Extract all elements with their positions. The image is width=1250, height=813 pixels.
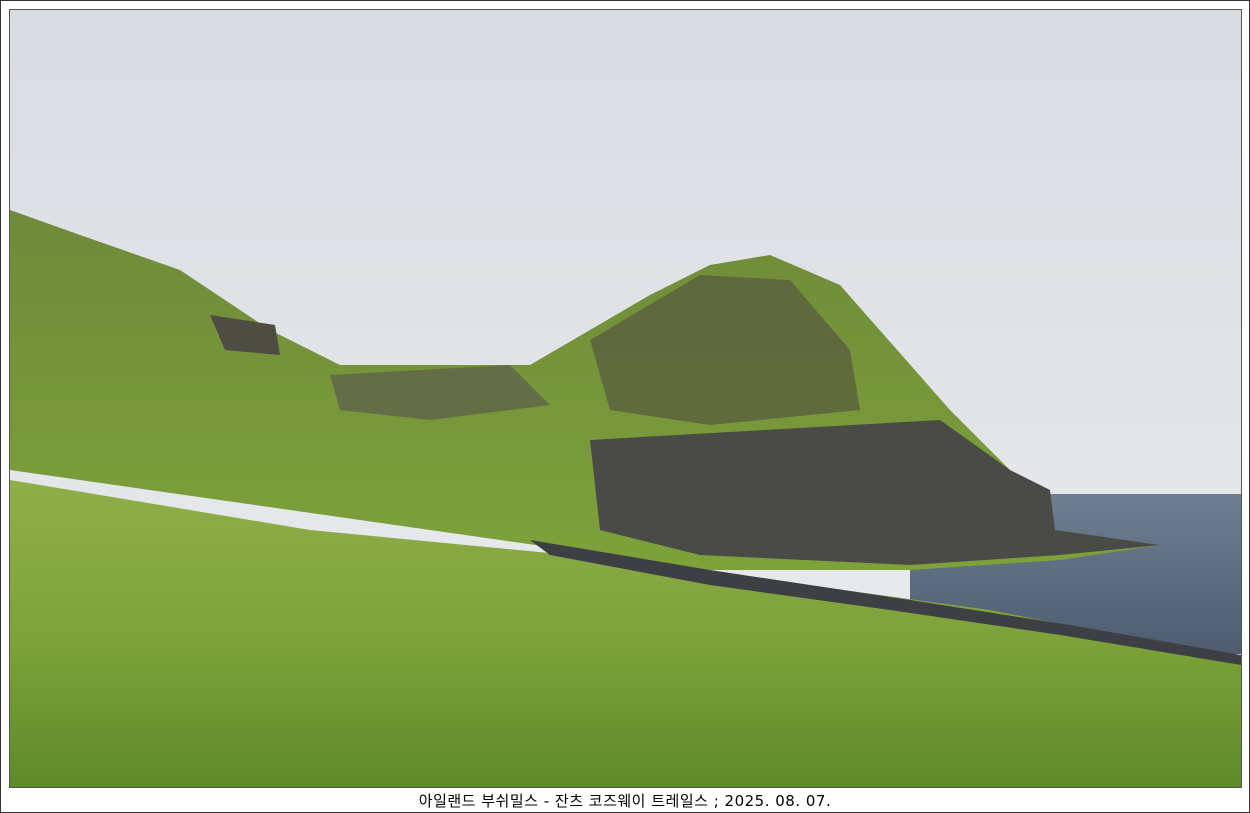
photo-caption: 아일랜드 부쉬밀스 - 잔츠 코즈웨이 트레일스 ; 2025. 08. 07. <box>418 792 832 810</box>
landscape-photo <box>9 9 1242 788</box>
